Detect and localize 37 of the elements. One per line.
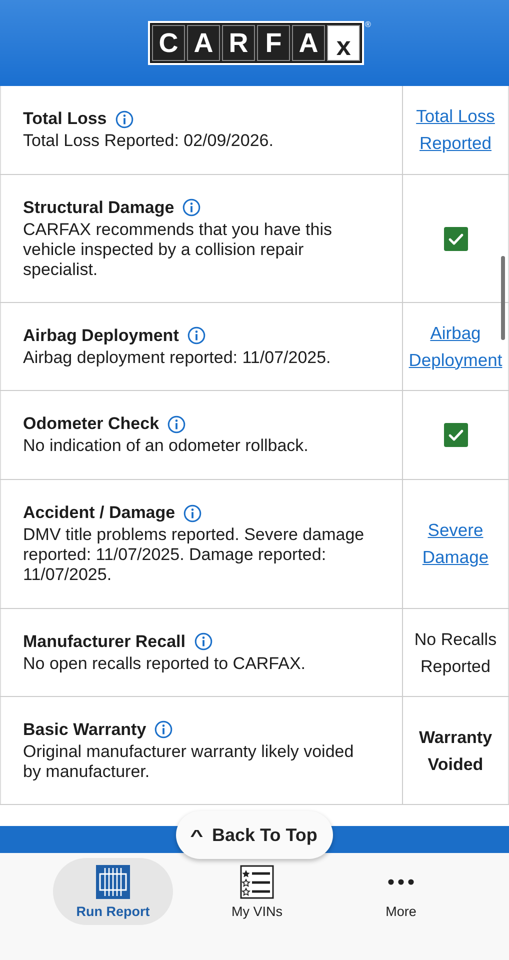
result-text: Warranty Voided <box>418 726 494 776</box>
info-icon[interactable] <box>167 414 186 434</box>
result-text: No Recalls Reported <box>413 628 498 678</box>
logo: C A R F A x ® <box>148 21 371 65</box>
record-title: Accident / Damage <box>23 503 176 523</box>
record-description: Original manufacturer warranty likely voided by manufacturer. <box>23 742 355 782</box>
check-icon <box>444 423 468 447</box>
info-icon[interactable] <box>186 326 206 345</box>
result-link[interactable]: Airbag Deployment <box>403 320 508 374</box>
result-link[interactable]: Total Loss Reported <box>403 103 508 157</box>
record-title: Basic Warranty <box>23 720 146 740</box>
back-to-top-button[interactable]: ^ Back To Top <box>176 811 333 859</box>
info-icon[interactable] <box>154 720 174 739</box>
record-title: Total Loss <box>23 109 107 129</box>
record-title: Airbag Deployment <box>23 326 179 346</box>
nav-tab[interactable]: Run Report <box>53 858 173 925</box>
record-description: Total Loss Reported: 02/09/2026. <box>23 131 274 151</box>
starred-list-icon <box>240 864 274 898</box>
record-description: Airbag deployment reported: 11/07/2025. <box>23 348 332 368</box>
barcode-icon <box>96 864 130 898</box>
more-icon <box>388 878 414 884</box>
scrollbar[interactable] <box>501 256 505 340</box>
check-icon <box>444 226 468 250</box>
record-description: No open recalls reported to CARFAX. <box>23 654 307 674</box>
record-title: Structural Damage <box>23 198 174 218</box>
nav-tab[interactable]: My VINs <box>197 858 317 925</box>
info-icon[interactable] <box>194 632 212 651</box>
info-icon[interactable] <box>182 198 202 217</box>
info-icon[interactable] <box>183 504 202 522</box>
record-title: Manufacturer Recall <box>23 632 186 652</box>
info-icon[interactable] <box>114 110 134 128</box>
record-description: CARFAX recommends that you have this vehicle inspected by a collision repair specialist. <box>23 220 333 280</box>
record-description: DMV title problems reported. Severe damage reported: 11/07/2025. Damage reported: 11/07/2025. <box>23 525 366 585</box>
result-link[interactable]: Severe Damage <box>403 517 508 571</box>
record-title: Odometer Check <box>23 414 160 434</box>
record-description: No indication of an odometer rollback. <box>23 436 310 456</box>
nav-tab[interactable]: More <box>341 858 461 925</box>
